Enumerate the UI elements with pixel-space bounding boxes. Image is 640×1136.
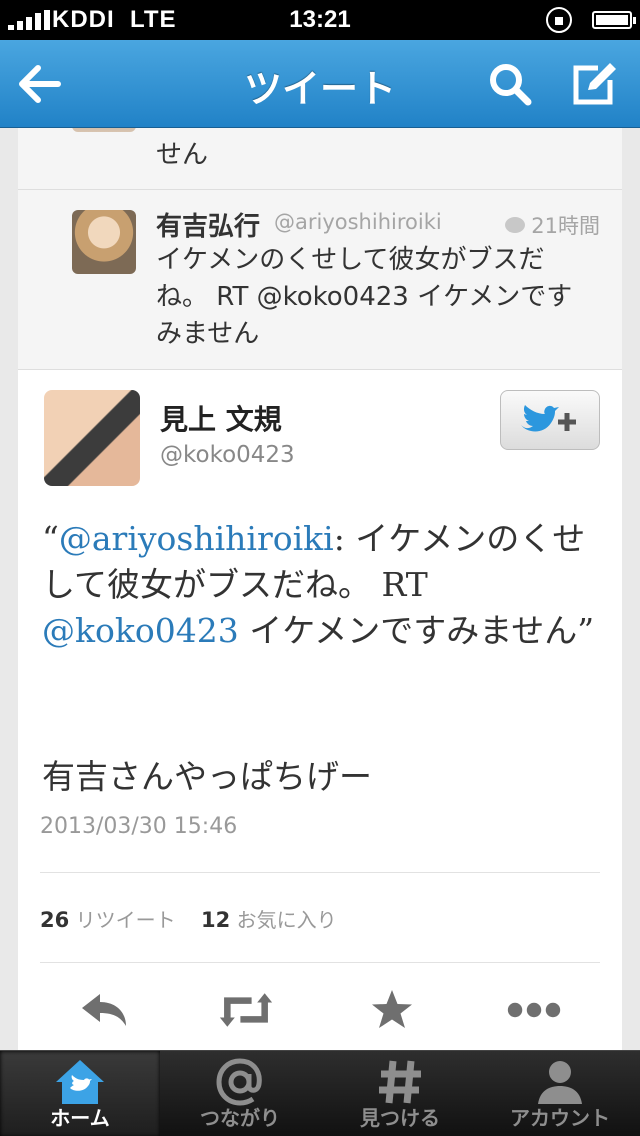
follow-button[interactable] [500, 390, 600, 450]
battery-icon [592, 11, 636, 29]
page-title: ツイート [243, 67, 396, 111]
tab-discover[interactable]: 見つける [320, 1051, 480, 1136]
tab-label: つながり [200, 1106, 280, 1130]
tab-home[interactable]: ホーム [0, 1051, 160, 1136]
tab-label: アカウント [510, 1106, 610, 1130]
avatar[interactable] [44, 390, 140, 486]
tweet-detail: せん 有吉弘行 @ariyoshihiroiki 21時間 イケメンのくせして彼… [18, 128, 622, 1050]
tab-label: 見つける [360, 1106, 440, 1130]
reply-tweet-partial[interactable]: せん [18, 128, 622, 190]
retweet-button[interactable] [218, 988, 274, 1032]
divider [40, 872, 600, 873]
more-button[interactable] [506, 988, 562, 1032]
hash-icon [370, 1057, 430, 1107]
at-icon [210, 1057, 270, 1107]
compose-icon [573, 63, 616, 105]
status-bar: KDDI LTE 13:21 [0, 0, 640, 40]
compose-button[interactable] [568, 58, 620, 110]
retweet-icon [219, 993, 273, 1027]
retweet-count-link[interactable]: 26 リツイート [40, 908, 176, 932]
rotation-lock-icon [546, 7, 572, 33]
tweet-comment: 有吉さんやっぱちげー [42, 757, 372, 796]
star-icon [372, 990, 412, 1028]
follow-bird-icon [521, 405, 576, 432]
tab-connect[interactable]: つながり [160, 1051, 320, 1136]
tweet-text: “@ariyoshihiroiki: イケメンのくせして彼女がブスだね。 RT … [42, 519, 595, 650]
author-handle[interactable]: @koko0423 [160, 442, 295, 468]
more-icon [507, 1002, 561, 1018]
reply-text: イケメンのくせして彼女がブスだね。 RT @koko0423 イケメンですみませ… [156, 245, 573, 349]
tab-bar: ホーム つながり 見つける アカウント [0, 1050, 640, 1136]
reply-timestamp: 21時間 [505, 210, 600, 240]
reply-author-name: 有吉弘行 [156, 212, 261, 242]
home-icon [50, 1057, 110, 1107]
reply-icon [82, 994, 126, 1026]
avatar[interactable] [72, 210, 136, 274]
divider [40, 962, 600, 963]
clock: 13:21 [289, 6, 351, 33]
reply-tweet[interactable]: 有吉弘行 @ariyoshihiroiki 21時間 イケメンのくせして彼女がブ… [18, 190, 622, 370]
author-name[interactable]: 見上 文規 [160, 398, 282, 438]
mention-link[interactable]: @koko0423 [42, 611, 239, 650]
tab-label: ホーム [50, 1106, 110, 1130]
mention-link[interactable]: @ariyoshihiroiki [59, 519, 334, 558]
user-icon [530, 1057, 590, 1107]
tweet-actions [18, 980, 622, 1040]
search-icon [490, 64, 532, 106]
avatar [72, 128, 136, 132]
favorite-count-link[interactable]: 12 お気に入り [201, 908, 337, 932]
tweet-timestamp: 2013/03/30 15:46 [40, 814, 238, 839]
conversation-icon [505, 217, 526, 233]
reply-text: せん [156, 140, 209, 170]
favorite-button[interactable] [364, 988, 420, 1032]
navigation-bar: ツイート [0, 40, 640, 128]
search-button[interactable] [484, 58, 536, 110]
reply-author-handle: @ariyoshihiroiki [274, 210, 442, 234]
reply-button[interactable] [76, 988, 132, 1032]
tab-account[interactable]: アカウント [480, 1051, 640, 1136]
tweet-stats: 26 リツイート 12 お気に入り [40, 904, 337, 933]
